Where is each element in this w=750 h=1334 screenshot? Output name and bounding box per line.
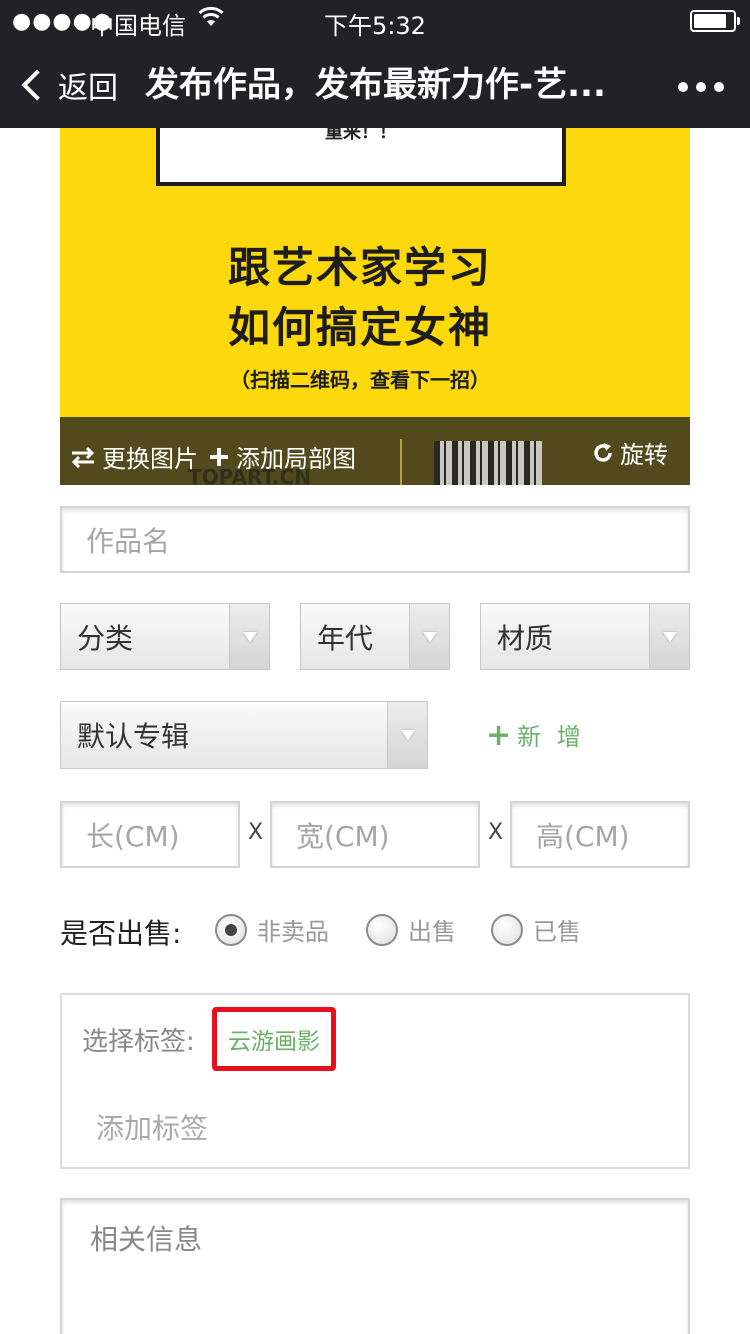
- page-title: 发布作品，发布最新力作-艺...: [145, 65, 606, 105]
- material-select[interactable]: 材质: [480, 603, 690, 670]
- radio-label: 非卖品: [257, 918, 329, 946]
- divider: [400, 439, 402, 485]
- category-value: 分类: [77, 621, 134, 655]
- length-input[interactable]: 长(CM): [60, 801, 240, 868]
- era-value: 年代: [317, 621, 374, 655]
- rotate-label: 旋转: [620, 441, 668, 469]
- swap-icon: [71, 446, 95, 468]
- status-bar: ●●●●● 中国电信 下午5:32: [0, 0, 750, 40]
- material-value: 材质: [497, 621, 554, 655]
- poster-hint: （扫描二维码，查看下一招）: [230, 368, 490, 392]
- add-album-button[interactable]: +新 增: [486, 717, 585, 753]
- plus-icon: +: [486, 718, 516, 753]
- category-select[interactable]: 分类: [60, 603, 270, 670]
- length-placeholder: 长(CM): [86, 819, 180, 853]
- height-input[interactable]: 高(CM): [510, 801, 690, 868]
- add-detail-image-button[interactable]: 添加局部图: [208, 439, 356, 474]
- dropdown-caret-icon: [229, 604, 269, 669]
- clock: 下午5:32: [324, 12, 426, 40]
- dropdown-caret-icon: [387, 702, 427, 768]
- plus-icon: [210, 447, 228, 466]
- times-sign: X: [248, 820, 264, 845]
- width-input[interactable]: 宽(CM): [270, 801, 480, 868]
- artwork-image: 重来！！ 跟艺术家学习 如何搞定女神 （扫描二维码，查看下一招） TOPART.…: [60, 128, 690, 485]
- top-bar: ●●●●● 中国电信 下午5:32 返回 发布作品，发布最新力作-艺...: [0, 0, 750, 128]
- radio-label: 已售: [533, 918, 581, 946]
- work-name-placeholder: 作品名: [86, 524, 171, 558]
- battery-icon: [690, 10, 740, 32]
- radio-for-sale[interactable]: 出售: [366, 912, 456, 947]
- more-menu-button[interactable]: [678, 82, 724, 92]
- chevron-left-icon: [21, 69, 53, 101]
- dot-icon: [714, 82, 724, 92]
- swap-image-button[interactable]: 更换图片: [70, 439, 198, 474]
- work-name-input[interactable]: 作品名: [60, 506, 690, 573]
- back-label: 返回: [58, 71, 118, 106]
- radio-sold[interactable]: 已售: [491, 912, 581, 947]
- sale-status-label: 是否出售:: [60, 917, 182, 950]
- related-info-textarea[interactable]: 相关信息: [60, 1198, 690, 1334]
- dropdown-caret-icon: [409, 604, 449, 669]
- swap-image-label: 更换图片: [102, 445, 198, 473]
- poster-headline-1: 跟艺术家学习: [227, 243, 492, 292]
- radio-unchecked-icon: [366, 913, 398, 946]
- radio-checked-icon: [215, 913, 247, 946]
- height-placeholder: 高(CM): [536, 819, 630, 853]
- poster-top-text: 重来！！: [325, 128, 397, 143]
- tag-label: 选择标签:: [82, 1027, 195, 1057]
- battery-level: [694, 14, 727, 28]
- add-detail-label: 添加局部图: [236, 445, 356, 473]
- width-placeholder: 宽(CM): [296, 819, 390, 853]
- radio-unchecked-icon: [491, 913, 523, 946]
- era-select[interactable]: 年代: [300, 603, 450, 670]
- tag-chip[interactable]: 云游画影: [212, 1007, 336, 1071]
- dropdown-caret-icon: [649, 604, 689, 669]
- dot-icon: [678, 82, 688, 92]
- poster-paper-graphic: 重来！！: [156, 128, 566, 186]
- dot-icon: [696, 82, 706, 92]
- tag-section: 选择标签: 云游画影 添加标签: [60, 993, 690, 1169]
- add-album-label: 新 增: [517, 723, 585, 751]
- radio-not-for-sale[interactable]: 非卖品: [215, 912, 329, 947]
- rotate-button[interactable]: 旋转: [592, 435, 668, 470]
- times-sign: X: [488, 820, 504, 845]
- poster-headline-2: 如何搞定女神: [227, 303, 492, 352]
- image-toolbar: TOPART.CN 更换图片 添加局部图 旋转: [60, 417, 690, 485]
- related-info-placeholder: 相关信息: [90, 1223, 203, 1256]
- album-select[interactable]: 默认专辑: [60, 701, 428, 769]
- qr-code-image: [434, 441, 542, 485]
- album-value: 默认专辑: [77, 720, 190, 753]
- rotate-icon: [594, 442, 612, 462]
- back-button[interactable]: 返回: [18, 60, 118, 110]
- radio-label: 出售: [408, 918, 456, 946]
- add-tag-input[interactable]: 添加标签: [96, 1107, 208, 1147]
